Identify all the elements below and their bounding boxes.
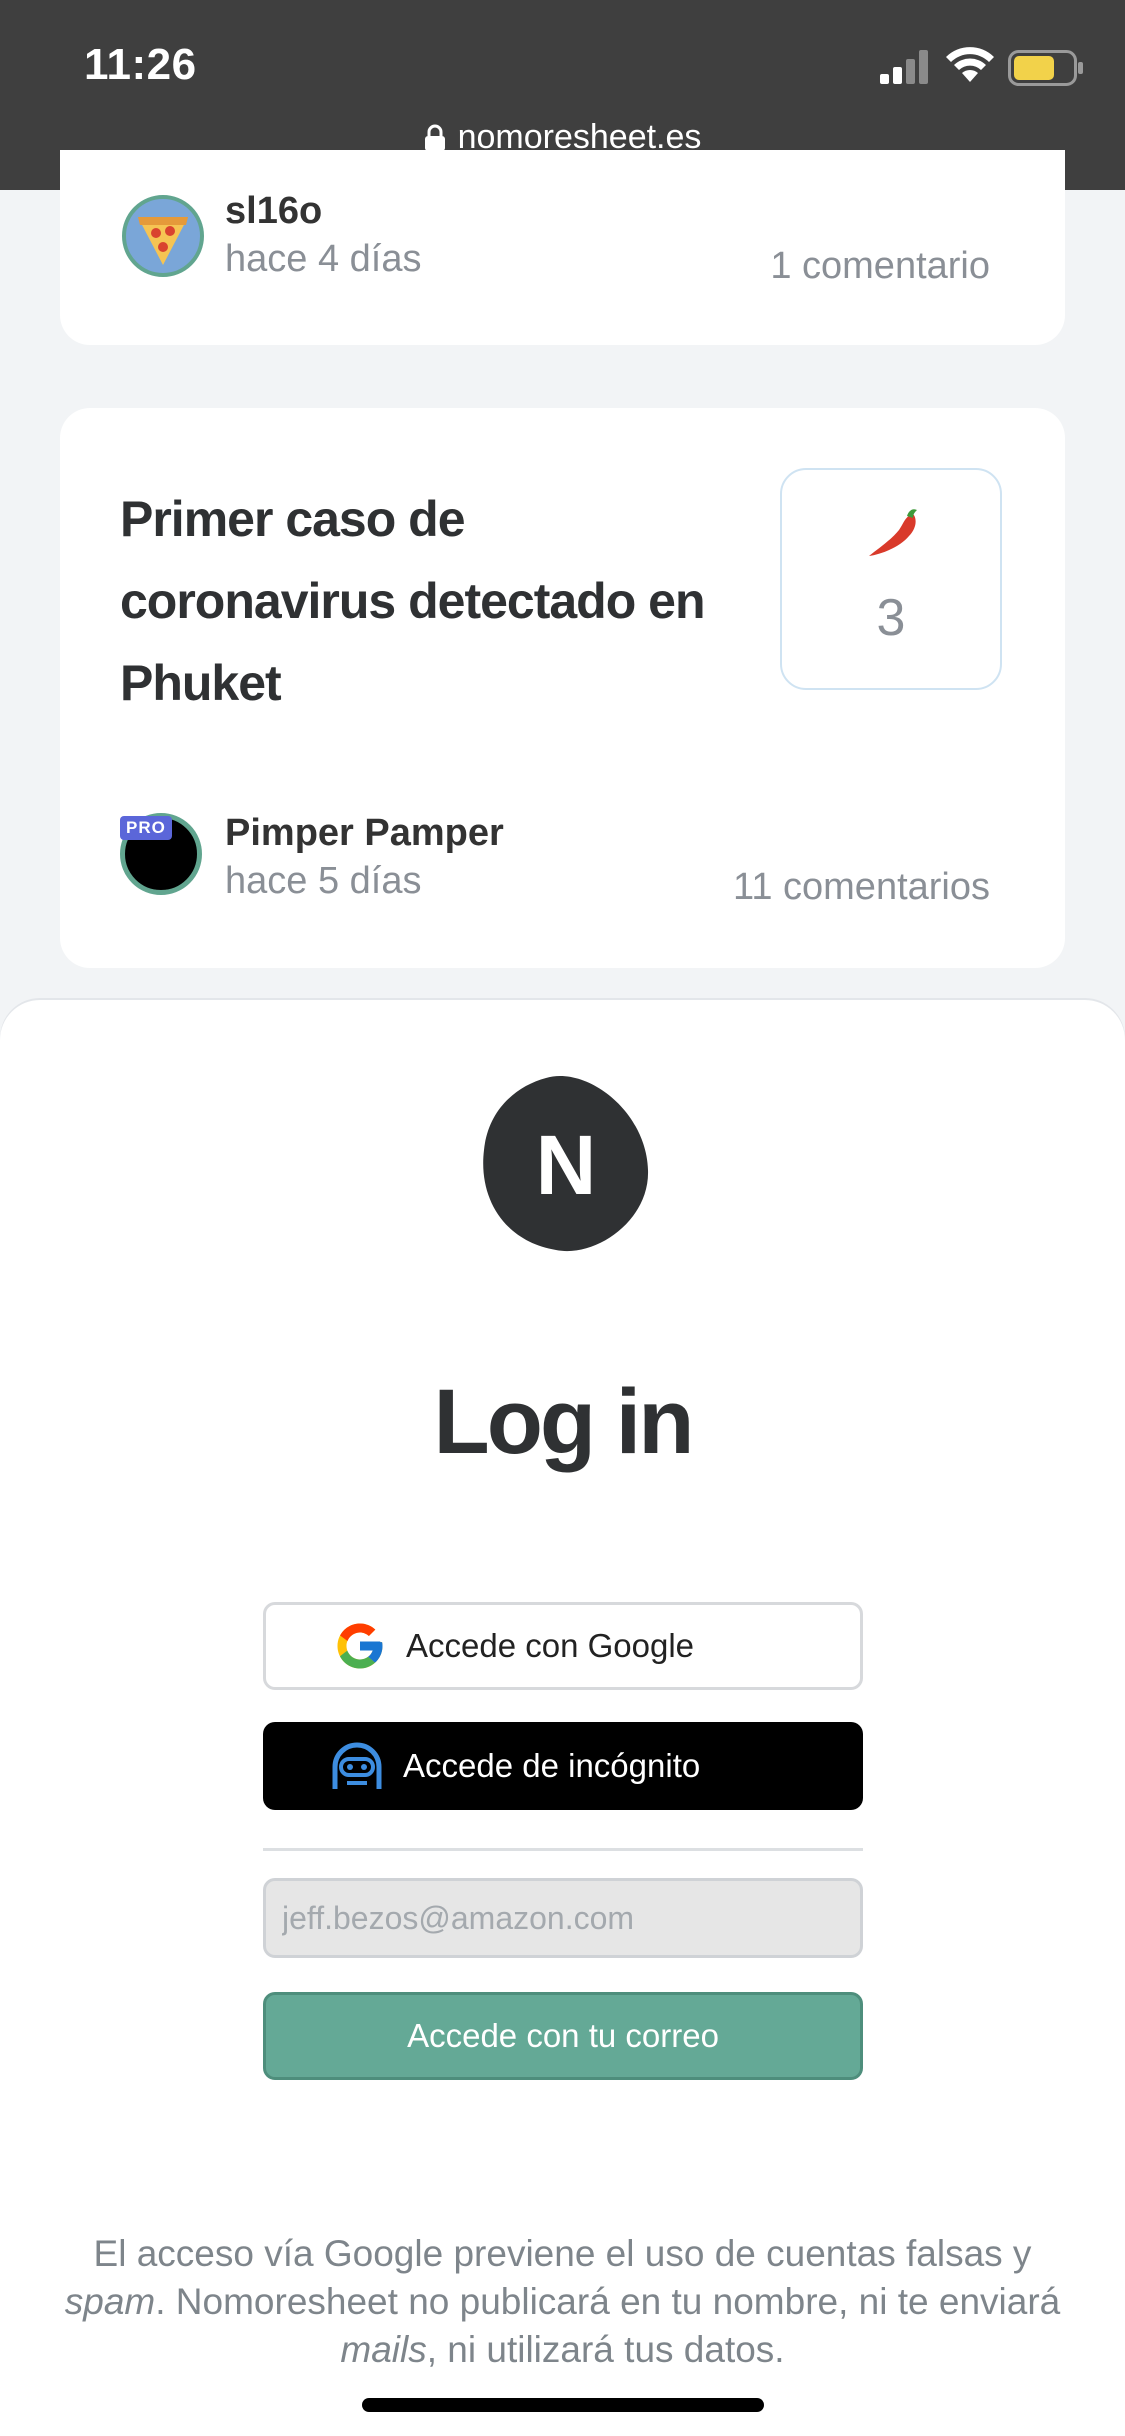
divider — [263, 1848, 863, 1851]
vote-button[interactable]: 3 — [780, 468, 1002, 690]
nomoresheet-logo: N — [483, 1076, 649, 1252]
author-name[interactable]: Pimper Pamper — [225, 812, 504, 855]
disclaimer-text: , ni utilizará tus datos. — [426, 2329, 785, 2370]
vote-count: 3 — [876, 589, 906, 647]
incognito-icon — [327, 1736, 387, 1796]
disclaimer-text: El acceso vía Google previene el uso de … — [93, 2233, 1032, 2274]
author-name[interactable]: sl16o — [225, 190, 322, 233]
google-icon — [330, 1616, 390, 1676]
google-login-button[interactable]: Accede con Google — [263, 1602, 863, 1690]
login-sheet: N Log in Accede con Google Accede de inc… — [0, 1000, 1125, 2436]
post-title[interactable]: Primer caso de coronavirus detectado en … — [120, 478, 740, 724]
comments-count[interactable]: 11 comentarios — [733, 866, 990, 909]
battery-icon — [1008, 50, 1083, 86]
lock-icon — [424, 124, 445, 151]
disclaimer-mails: mails — [340, 2329, 427, 2370]
pizza-icon — [138, 217, 188, 265]
wifi-icon — [946, 47, 994, 82]
login-title: Log in — [433, 1371, 695, 1473]
avatar[interactable] — [122, 195, 204, 277]
post-card[interactable]: sl16o hace 4 días 1 comentario — [60, 150, 1065, 345]
incognito-login-button[interactable]: Accede de incógnito — [263, 1722, 863, 1810]
disclaimer-spam: spam — [64, 2281, 156, 2322]
email-input[interactable] — [263, 1878, 863, 1958]
google-login-label: Accede con Google — [406, 1627, 695, 1664]
incognito-login-label: Accede de incógnito — [403, 1747, 701, 1784]
home-indicator[interactable] — [362, 2398, 764, 2412]
comments-count[interactable]: 1 comentario — [770, 245, 990, 288]
cellular-signal-icon — [880, 50, 928, 84]
logo-letter: N — [536, 1118, 597, 1212]
disclaimer-text: . Nomoresheet no publicará en tu nombre,… — [155, 2281, 1061, 2322]
post-time: hace 4 días — [225, 238, 422, 280]
login-disclaimer: El acceso vía Google previene el uso de … — [60, 2230, 1065, 2374]
post-card[interactable]: Primer caso de coronavirus detectado en … — [60, 408, 1065, 968]
chili-pepper-icon — [869, 509, 917, 556]
email-login-label: Accede con tu correo — [407, 2017, 719, 2054]
clock: 11:26 — [84, 40, 197, 89]
post-time: hace 5 días — [225, 860, 422, 902]
pro-badge: PRO — [120, 816, 172, 840]
email-login-button[interactable]: Accede con tu correo — [263, 1992, 863, 2080]
